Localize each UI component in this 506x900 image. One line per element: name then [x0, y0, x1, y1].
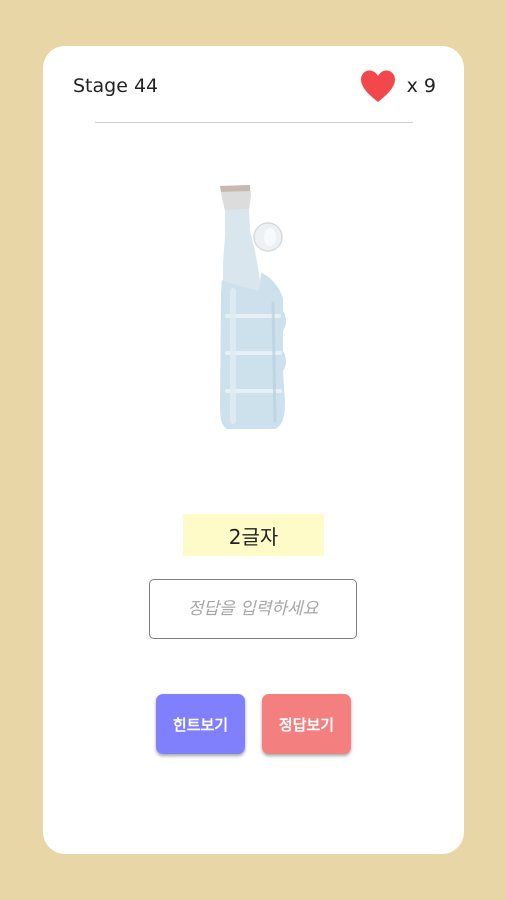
- puzzle-image: [203, 181, 293, 436]
- header-divider: [95, 122, 413, 123]
- show-hint-button-label: 힌트보기: [172, 715, 229, 734]
- show-answer-button-label: 정답보기: [278, 715, 335, 734]
- heart-icon: [360, 70, 395, 102]
- show-hint-button[interactable]: 힌트보기: [156, 694, 245, 754]
- lives-count: x 9: [406, 75, 436, 97]
- stage-label: Stage 44: [73, 75, 159, 97]
- show-answer-button[interactable]: 정답보기: [262, 694, 351, 754]
- game-card: Stage 44 x 9 2글자 정답을 입력하세요 힌트보기 정답보기: [43, 46, 464, 854]
- lives-indicator: x 9: [359, 69, 436, 103]
- letter-count-text: 2글자: [228, 524, 279, 549]
- bottle-icon: [220, 185, 286, 429]
- header-bar: Stage 44 x 9: [73, 70, 436, 102]
- letter-count-badge: 2글자: [183, 514, 324, 556]
- answer-input[interactable]: [149, 579, 357, 639]
